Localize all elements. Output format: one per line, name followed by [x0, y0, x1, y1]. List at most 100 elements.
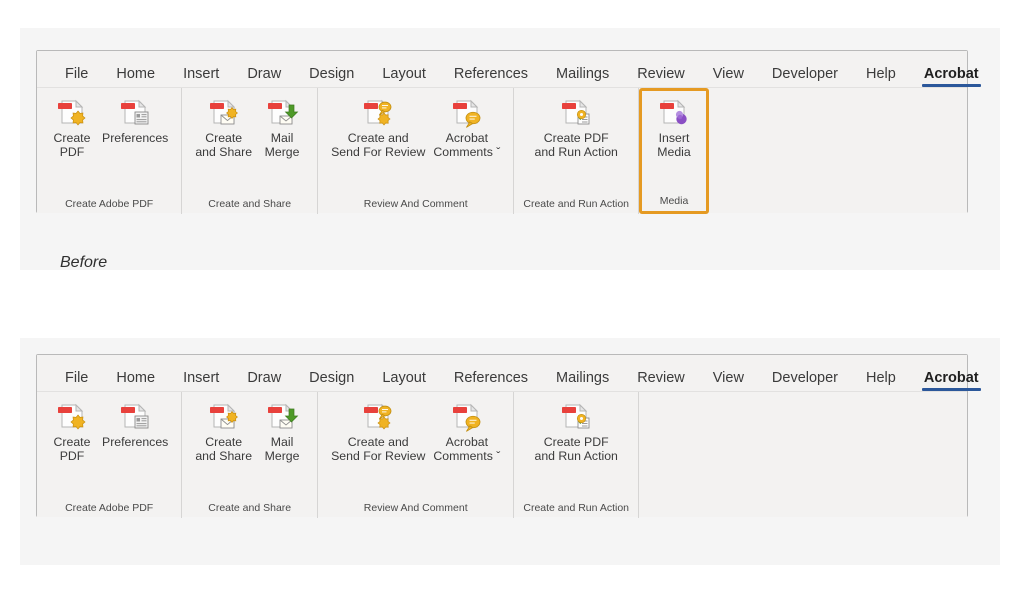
ribbon-button-create-pdf[interactable]: Create PDF — [46, 94, 98, 160]
acrobat-comments-icon — [450, 400, 484, 432]
ribbon-tab-view-after[interactable]: View — [699, 371, 758, 392]
ribbon-tab-draw-after[interactable]: Draw — [233, 371, 295, 392]
ribbon-button-preferences[interactable]: Preferences — [98, 94, 172, 145]
ribbon-before: File Home Insert Draw Design Layout References… — [36, 50, 968, 213]
ribbon-button-create-pdf-and-run-action[interactable]: Create PDF and Run Action — [530, 94, 621, 160]
ribbon-group-label: Create Adobe PDF — [65, 501, 153, 519]
ribbon-tab-help-after[interactable]: Help — [852, 371, 910, 392]
ribbon-tab-layout-after[interactable]: Layout — [368, 371, 440, 392]
ribbon-tab-label: Developer — [772, 66, 838, 82]
ribbon-button-label: Mail Merge — [265, 435, 300, 464]
caption-before: Before — [60, 254, 107, 272]
ribbon-tab-design-before[interactable]: Design — [295, 67, 368, 88]
ribbon-button-mail-merge[interactable]: Mail Merge — [256, 94, 308, 160]
ribbon-tab-acrobat-before[interactable]: Acrobat — [910, 67, 993, 88]
ribbon-tab-references-before[interactable]: References — [440, 67, 542, 88]
ribbon-tab-view-before[interactable]: View — [699, 67, 758, 88]
ribbon-group-label: Create and Share — [208, 197, 291, 215]
ribbon-tab-label: Design — [309, 370, 354, 386]
preferences-icon — [118, 96, 152, 128]
ribbon-tab-developer-before[interactable]: Developer — [758, 67, 852, 88]
ribbon-button-acrobat-comments[interactable]: Acrobat Comments ˇ — [429, 398, 504, 464]
preferences-icon — [118, 400, 152, 432]
ribbon-button-create-pdf-and-run-action[interactable]: Create PDF and Run Action — [530, 398, 621, 464]
ribbon-tab-developer-after[interactable]: Developer — [758, 371, 852, 392]
ribbon-tab-label: Home — [116, 370, 155, 386]
ribbon-tab-label: Home — [116, 66, 155, 82]
ribbon-button-create-pdf[interactable]: Create PDF — [46, 398, 98, 464]
ribbon-tab-design-after[interactable]: Design — [295, 371, 368, 392]
ribbon-group-label: Create and Share — [208, 501, 291, 519]
ribbon-tabstrip-after: File Home InsertDraw Design LayoutReferences… — [37, 355, 967, 391]
ribbon-tab-home-before[interactable]: Home — [102, 67, 169, 88]
ribbon-group-create-adobe-pdf-before: Create PDF PreferencesCreate Adobe PDF — [37, 88, 182, 214]
ribbon-button-create-and-share[interactable]: Create and Share — [191, 398, 256, 464]
ribbon-tab-label: Acrobat — [924, 66, 979, 82]
ribbon-group-items: Create and Share Mail Merge — [191, 94, 308, 197]
ribbon-tab-label: Insert — [183, 66, 219, 82]
ribbon-group-items: Create and Send For Review Acrobat Comme… — [327, 398, 504, 501]
ribbon-tab-label: Mailings — [556, 66, 609, 82]
ribbon-group-label: Create and Run Action — [523, 197, 629, 215]
screenshot-root: FileHomeInsertDrawDesignLayoutReferences… — [0, 0, 1024, 606]
ribbon-tab-label: References — [454, 66, 528, 82]
ribbon-button-acrobat-comments[interactable]: Acrobat Comments ˇ — [429, 94, 504, 160]
ribbon-tab-insert-after[interactable]: Insert — [169, 371, 233, 392]
after-panel: File Home InsertDraw Design LayoutReferences… — [20, 338, 1000, 565]
ribbon-tab-label: Developer — [772, 370, 838, 386]
ribbon-tab-help-before[interactable]: Help — [852, 67, 910, 88]
ribbon-tab-review-after[interactable]: Review — [623, 371, 699, 392]
ribbon-button-label: Create and Share — [195, 131, 252, 160]
ribbon-tab-layout-before[interactable]: Layout — [368, 67, 440, 88]
ribbon-tab-label: Draw — [247, 66, 281, 82]
acrobat-comments-icon — [450, 96, 484, 128]
ribbon-button-label: Mail Merge — [265, 131, 300, 160]
ribbon-tab-mailings-before[interactable]: Mailings — [542, 67, 623, 88]
ribbon-group-items: Create PDF and Run Action — [530, 398, 621, 501]
ribbon-button-label: Create PDF and Run Action — [534, 435, 617, 464]
ribbon-button-insert-media[interactable]: Insert Media — [648, 94, 700, 160]
ribbon-button-label: Create and Send For Review — [331, 435, 425, 464]
mail-merge-icon — [265, 400, 299, 432]
ribbon-button-create-and-send-for-review[interactable]: Create and Send For Review — [327, 398, 429, 464]
ribbon-tab-review-before[interactable]: Review — [623, 67, 699, 88]
ribbon-tab-file-after[interactable]: File — [51, 371, 102, 392]
ribbon-tab-label: Help — [866, 370, 896, 386]
create-and-share-icon — [207, 96, 241, 128]
ribbon-tab-draw-before[interactable]: Draw — [233, 67, 295, 88]
ribbon-tab-mailings-after[interactable]: Mailings — [542, 371, 623, 392]
ribbon-group-label: Review And Comment — [364, 197, 468, 215]
ribbon-group-create-and-run-action-before: Create PDF and Run Action Create and Run … — [514, 88, 639, 214]
ribbon-tabstrip-before: File Home Insert Draw Design Layout References… — [37, 51, 967, 87]
ribbon-group-items: Create PDF and Run Action — [530, 94, 621, 197]
ribbon-button-label: Create PDF — [54, 435, 91, 464]
create-pdf-icon — [55, 96, 89, 128]
ribbon-group-review-and-comment-after: Create and Send For Review Acrobat Comme… — [318, 392, 514, 518]
ribbon-button-label: Insert Media — [657, 131, 691, 160]
ribbon-group-label: Media — [660, 194, 689, 212]
ribbon-tab-home-after[interactable]: Home — [102, 371, 169, 392]
create-pdf-run-action-icon — [559, 96, 593, 128]
ribbon-button-mail-merge[interactable]: Mail Merge — [256, 398, 308, 464]
ribbon-group-create-adobe-pdf-after: Create PDF PreferencesCreate Adobe PDF — [37, 392, 182, 518]
ribbon-body-after: Create PDF PreferencesCreate Adobe PDF C… — [37, 391, 967, 517]
ribbon-group-create-and-run-action-after: Create PDF and Run Action Create and Run … — [514, 392, 639, 518]
ribbon-tab-insert-before[interactable]: Insert — [169, 67, 233, 88]
ribbon-button-preferences[interactable]: Preferences — [98, 398, 172, 449]
ribbon-tab-label: Layout — [382, 66, 426, 82]
ribbon-tab-label: View — [713, 370, 744, 386]
ribbon-body-before: Create PDF PreferencesCreate Adobe PDF C… — [37, 87, 967, 213]
ribbon-tab-references-after[interactable]: References — [440, 371, 542, 392]
ribbon-group-items: Create PDF Preferences — [46, 398, 172, 501]
ribbon-tab-label: Help — [866, 66, 896, 82]
ribbon-tab-file-before[interactable]: File — [51, 67, 102, 88]
ribbon-group-media-before: Insert Media Media — [639, 88, 709, 214]
create-pdf-run-action-icon — [559, 400, 593, 432]
ribbon-button-create-and-share[interactable]: Create and Share — [191, 94, 256, 160]
before-panel: File Home Insert Draw Design Layout References… — [20, 28, 1000, 270]
ribbon-tab-acrobat-after[interactable]: Acrobat — [910, 371, 993, 392]
ribbon-button-create-and-send-for-review[interactable]: Create and Send For Review — [327, 94, 429, 160]
ribbon-group-items: Create and Share Mail Merge — [191, 398, 308, 501]
ribbon-button-label: Create PDF — [54, 131, 91, 160]
ribbon-group-label: Create and Run Action — [523, 501, 629, 519]
